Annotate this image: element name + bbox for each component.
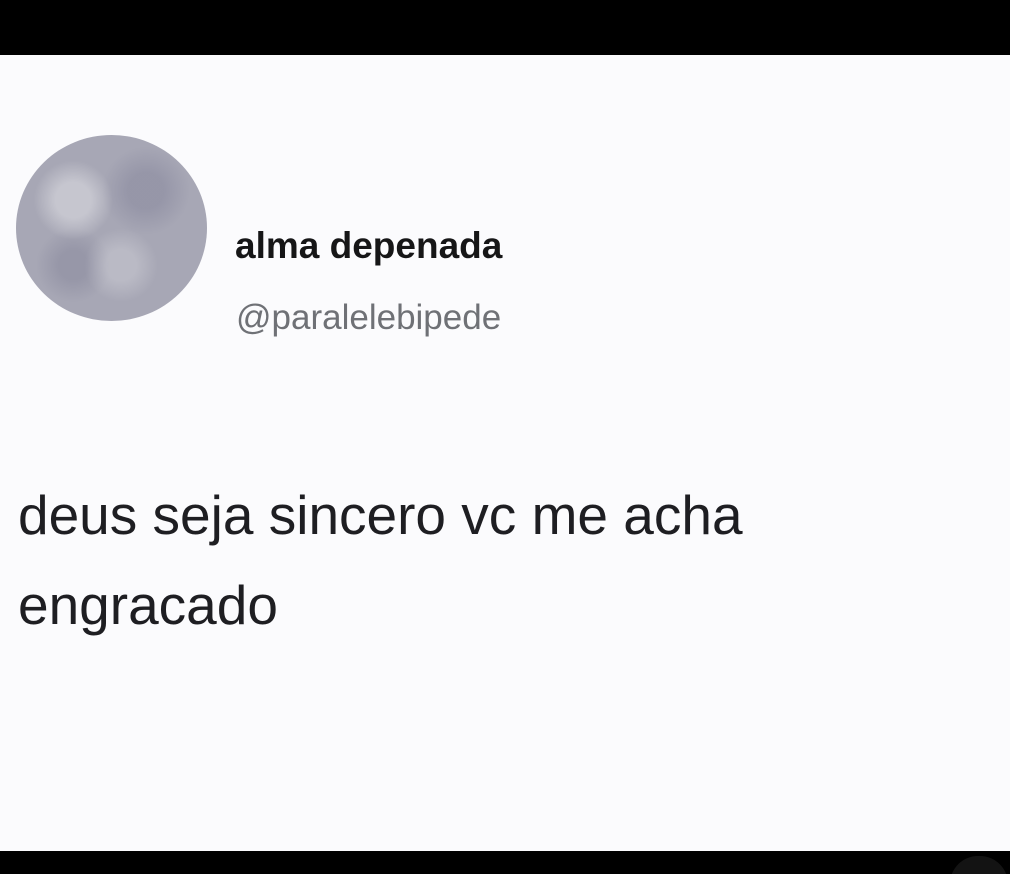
tweet-text: deus seja sincero vc me acha engracado — [18, 484, 743, 636]
author-display-name[interactable]: alma depenada — [235, 227, 502, 264]
bottom-corner-overlay — [950, 856, 1008, 874]
tweet-card: alma depenada @paralelebipede deus seja … — [0, 55, 1010, 851]
avatar[interactable] — [16, 135, 207, 321]
author-handle[interactable]: @paralelebipede — [236, 300, 501, 335]
screenshot-frame: alma depenada @paralelebipede deus seja … — [0, 0, 1010, 874]
